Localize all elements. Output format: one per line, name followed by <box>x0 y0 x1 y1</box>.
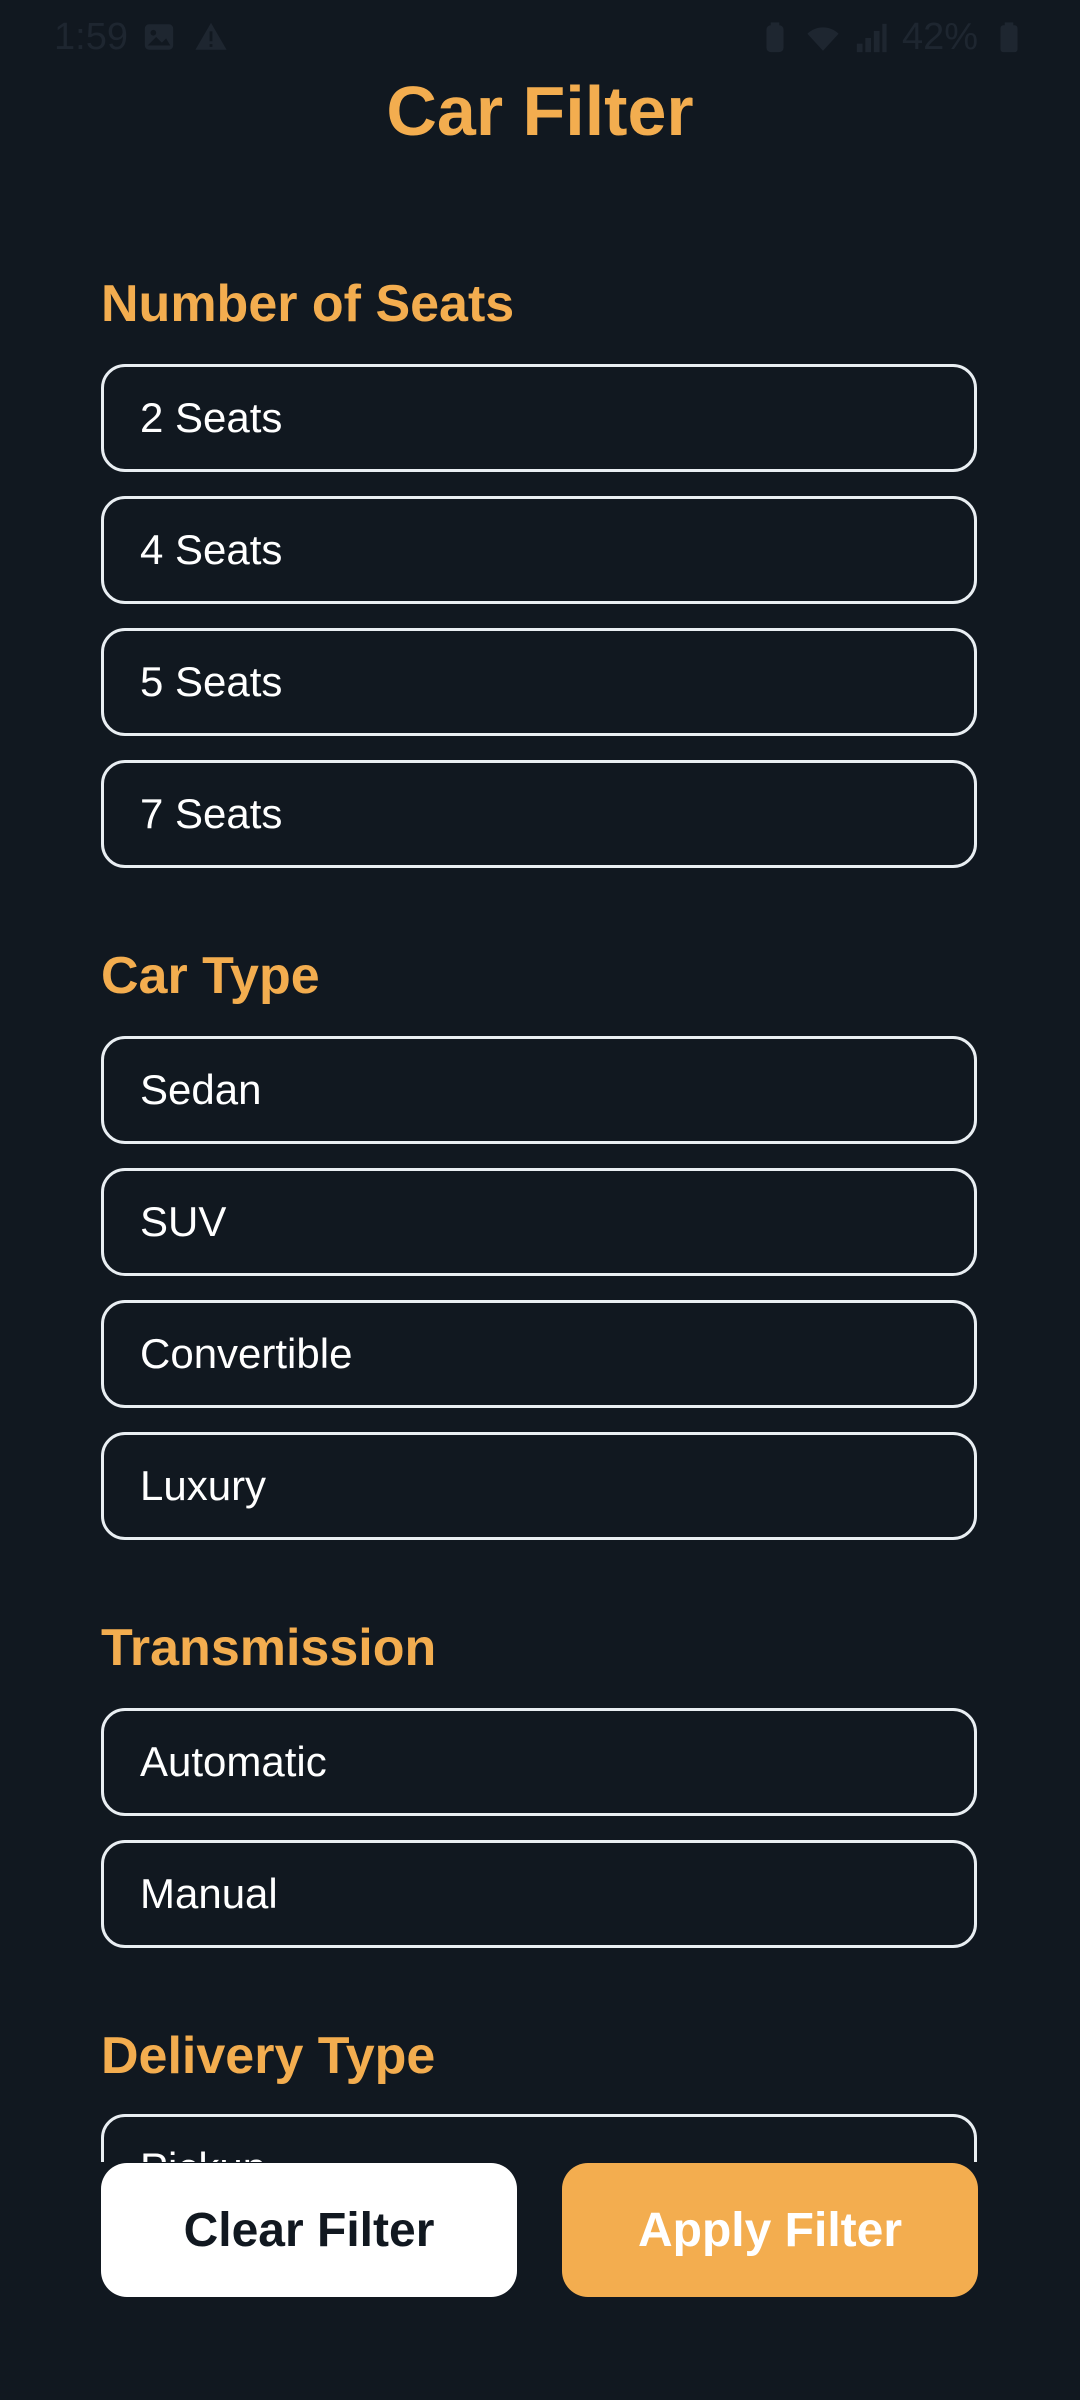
delivery-option-pickup[interactable]: Pickup <box>101 2114 977 2162</box>
transmission-option-automatic[interactable]: Automatic <box>101 1708 977 1816</box>
transmission-heading: Transmission <box>101 1619 437 1677</box>
seat-option-4[interactable]: 4 Seats <box>101 496 977 604</box>
delivery-heading: Delivery Type <box>101 2027 436 2085</box>
seat-option-5[interactable]: 5 Seats <box>101 628 977 736</box>
option-label: Pickup <box>140 2117 266 2162</box>
car-type-option-sedan[interactable]: Sedan <box>101 1036 977 1144</box>
seat-option-2[interactable]: 2 Seats <box>101 364 977 472</box>
seats-heading: Number of Seats <box>101 275 515 333</box>
apply-filter-button[interactable]: Apply Filter <box>562 2163 978 2297</box>
option-label: Sedan <box>140 1066 262 1113</box>
car-type-option-suv[interactable]: SUV <box>101 1168 977 1276</box>
option-label: Manual <box>140 1870 278 1917</box>
car-type-option-convertible[interactable]: Convertible <box>101 1300 977 1408</box>
seat-option-7[interactable]: 7 Seats <box>101 760 977 868</box>
car-type-heading: Car Type <box>101 947 320 1005</box>
filter-scroll-area[interactable]: Number of Seats 2 Seats 4 Seats 5 Seats … <box>0 0 1080 2162</box>
option-label: Luxury <box>140 1462 267 1509</box>
option-label: SUV <box>140 1198 227 1245</box>
clear-filter-button[interactable]: Clear Filter <box>101 2163 517 2297</box>
option-label: 2 Seats <box>140 394 283 441</box>
transmission-option-manual[interactable]: Manual <box>101 1840 977 1948</box>
option-label: Convertible <box>140 1330 353 1377</box>
option-label: 4 Seats <box>140 526 283 573</box>
option-label: 5 Seats <box>140 658 283 705</box>
option-label: Automatic <box>140 1738 327 1785</box>
car-type-option-luxury[interactable]: Luxury <box>101 1432 977 1540</box>
option-label: 7 Seats <box>140 790 283 837</box>
